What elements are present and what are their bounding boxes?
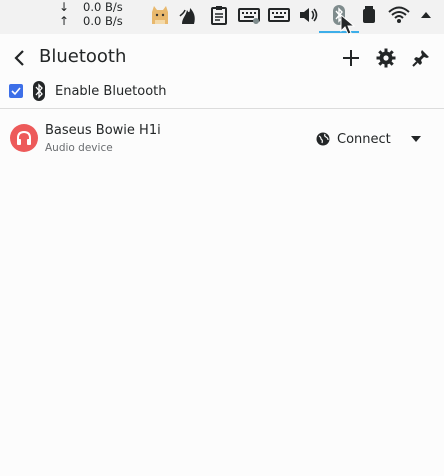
wifi-icon[interactable] <box>387 3 411 27</box>
checkmark-icon <box>11 87 21 96</box>
headphones-icon <box>10 124 38 152</box>
pin-button[interactable] <box>409 46 433 70</box>
battery-icon[interactable] <box>357 3 381 27</box>
mouse-cursor-icon <box>340 14 356 35</box>
chevron-left-icon <box>14 50 24 66</box>
download-speed: 0.0 B/s <box>83 0 123 14</box>
back-button[interactable] <box>8 46 32 70</box>
volume-icon[interactable] <box>297 3 321 27</box>
device-name: Baseus Bowie H1i <box>45 123 161 138</box>
applet-header: Bluetooth <box>0 40 444 76</box>
add-device-button[interactable] <box>339 46 363 70</box>
fire-icon[interactable] <box>177 3 201 27</box>
device-menu-button[interactable] <box>408 131 424 147</box>
connect-label: Connect <box>337 131 391 147</box>
gear-icon <box>376 48 396 68</box>
bluetooth-icon <box>32 81 46 101</box>
expand-tray-icon[interactable] <box>414 3 438 27</box>
divider <box>0 108 444 109</box>
page-title: Bluetooth <box>39 46 127 67</box>
device-type: Audio device <box>45 142 113 154</box>
keyboard-alt-icon[interactable] <box>267 3 291 27</box>
enable-bluetooth-toggle[interactable]: Enable Bluetooth <box>9 81 167 101</box>
plus-icon <box>343 50 359 66</box>
globe-icon <box>316 132 330 146</box>
enable-bluetooth-label: Enable Bluetooth <box>55 83 167 99</box>
cat-icon[interactable] <box>148 3 172 27</box>
upload-arrow-icon: ↑ <box>59 14 70 28</box>
device-list-item[interactable]: Baseus Bowie H1i Audio device Connect <box>0 118 444 160</box>
enable-bluetooth-checkbox[interactable] <box>9 84 23 98</box>
download-arrow-icon: ↓ <box>59 0 70 14</box>
chevron-down-icon <box>411 136 421 142</box>
connect-button[interactable]: Connect <box>316 128 391 150</box>
network-speed-widget[interactable]: ↓ 0.0 B/s ↑ 0.0 B/s <box>58 0 128 28</box>
upload-speed: 0.0 B/s <box>83 14 123 28</box>
keyboard-icon[interactable] <box>237 3 261 27</box>
system-tray: ↓ 0.0 B/s ↑ 0.0 B/s <box>0 0 444 35</box>
clipboard-icon[interactable] <box>207 3 231 27</box>
settings-button[interactable] <box>374 46 398 70</box>
pin-icon <box>412 50 429 67</box>
